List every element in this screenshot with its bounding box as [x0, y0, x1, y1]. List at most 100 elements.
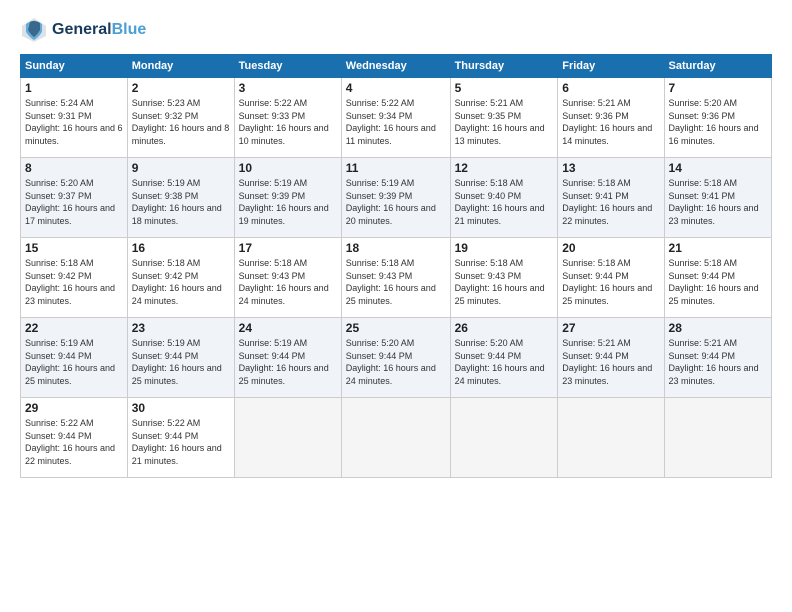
day-number: 11	[346, 161, 446, 175]
calendar-cell: 23 Sunrise: 5:19 AMSunset: 9:44 PMDaylig…	[127, 318, 234, 398]
calendar-header-thursday: Thursday	[450, 55, 558, 78]
day-info: Sunrise: 5:18 AMSunset: 9:40 PMDaylight:…	[455, 178, 545, 226]
day-number: 15	[25, 241, 123, 255]
calendar-cell: 30 Sunrise: 5:22 AMSunset: 9:44 PMDaylig…	[127, 398, 234, 478]
day-number: 5	[455, 81, 554, 95]
day-number: 25	[346, 321, 446, 335]
calendar-cell	[450, 398, 558, 478]
day-info: Sunrise: 5:18 AMSunset: 9:41 PMDaylight:…	[562, 178, 652, 226]
calendar-week-row: 8 Sunrise: 5:20 AMSunset: 9:37 PMDayligh…	[21, 158, 772, 238]
day-info: Sunrise: 5:22 AMSunset: 9:34 PMDaylight:…	[346, 98, 436, 146]
calendar-cell: 6 Sunrise: 5:21 AMSunset: 9:36 PMDayligh…	[558, 78, 664, 158]
day-number: 26	[455, 321, 554, 335]
logo: GeneralBlue	[20, 16, 146, 44]
calendar-cell: 20 Sunrise: 5:18 AMSunset: 9:44 PMDaylig…	[558, 238, 664, 318]
day-number: 13	[562, 161, 659, 175]
day-info: Sunrise: 5:18 AMSunset: 9:43 PMDaylight:…	[239, 258, 329, 306]
day-number: 24	[239, 321, 337, 335]
day-info: Sunrise: 5:20 AMSunset: 9:44 PMDaylight:…	[455, 338, 545, 386]
calendar-cell: 28 Sunrise: 5:21 AMSunset: 9:44 PMDaylig…	[664, 318, 771, 398]
calendar-cell: 5 Sunrise: 5:21 AMSunset: 9:35 PMDayligh…	[450, 78, 558, 158]
day-number: 7	[669, 81, 767, 95]
logo-text: GeneralBlue	[52, 21, 146, 39]
day-info: Sunrise: 5:20 AMSunset: 9:37 PMDaylight:…	[25, 178, 115, 226]
calendar-cell: 4 Sunrise: 5:22 AMSunset: 9:34 PMDayligh…	[341, 78, 450, 158]
day-info: Sunrise: 5:22 AMSunset: 9:44 PMDaylight:…	[132, 418, 222, 466]
day-number: 20	[562, 241, 659, 255]
calendar-cell: 21 Sunrise: 5:18 AMSunset: 9:44 PMDaylig…	[664, 238, 771, 318]
calendar-cell: 3 Sunrise: 5:22 AMSunset: 9:33 PMDayligh…	[234, 78, 341, 158]
calendar-cell: 26 Sunrise: 5:20 AMSunset: 9:44 PMDaylig…	[450, 318, 558, 398]
calendar-cell: 14 Sunrise: 5:18 AMSunset: 9:41 PMDaylig…	[664, 158, 771, 238]
calendar-header-row: SundayMondayTuesdayWednesdayThursdayFrid…	[21, 55, 772, 78]
day-number: 9	[132, 161, 230, 175]
day-info: Sunrise: 5:18 AMSunset: 9:42 PMDaylight:…	[132, 258, 222, 306]
day-number: 14	[669, 161, 767, 175]
day-number: 6	[562, 81, 659, 95]
calendar-cell: 7 Sunrise: 5:20 AMSunset: 9:36 PMDayligh…	[664, 78, 771, 158]
day-info: Sunrise: 5:20 AMSunset: 9:44 PMDaylight:…	[346, 338, 436, 386]
day-number: 29	[25, 401, 123, 415]
calendar-cell: 27 Sunrise: 5:21 AMSunset: 9:44 PMDaylig…	[558, 318, 664, 398]
generalblue-logo-icon	[20, 16, 48, 44]
calendar-cell: 19 Sunrise: 5:18 AMSunset: 9:43 PMDaylig…	[450, 238, 558, 318]
day-number: 19	[455, 241, 554, 255]
day-info: Sunrise: 5:24 AMSunset: 9:31 PMDaylight:…	[25, 98, 123, 146]
calendar-week-row: 22 Sunrise: 5:19 AMSunset: 9:44 PMDaylig…	[21, 318, 772, 398]
day-info: Sunrise: 5:20 AMSunset: 9:36 PMDaylight:…	[669, 98, 759, 146]
day-info: Sunrise: 5:18 AMSunset: 9:43 PMDaylight:…	[455, 258, 545, 306]
calendar-cell: 22 Sunrise: 5:19 AMSunset: 9:44 PMDaylig…	[21, 318, 128, 398]
day-number: 23	[132, 321, 230, 335]
day-number: 3	[239, 81, 337, 95]
day-info: Sunrise: 5:18 AMSunset: 9:41 PMDaylight:…	[669, 178, 759, 226]
calendar-table: SundayMondayTuesdayWednesdayThursdayFrid…	[20, 54, 772, 478]
day-info: Sunrise: 5:21 AMSunset: 9:44 PMDaylight:…	[669, 338, 759, 386]
day-info: Sunrise: 5:19 AMSunset: 9:44 PMDaylight:…	[132, 338, 222, 386]
calendar-cell: 29 Sunrise: 5:22 AMSunset: 9:44 PMDaylig…	[21, 398, 128, 478]
day-info: Sunrise: 5:21 AMSunset: 9:36 PMDaylight:…	[562, 98, 652, 146]
calendar-header-monday: Monday	[127, 55, 234, 78]
calendar-cell: 2 Sunrise: 5:23 AMSunset: 9:32 PMDayligh…	[127, 78, 234, 158]
day-number: 30	[132, 401, 230, 415]
day-number: 8	[25, 161, 123, 175]
day-info: Sunrise: 5:23 AMSunset: 9:32 PMDaylight:…	[132, 98, 230, 146]
calendar-cell	[341, 398, 450, 478]
calendar-cell: 10 Sunrise: 5:19 AMSunset: 9:39 PMDaylig…	[234, 158, 341, 238]
day-info: Sunrise: 5:19 AMSunset: 9:39 PMDaylight:…	[346, 178, 436, 226]
day-number: 2	[132, 81, 230, 95]
day-info: Sunrise: 5:19 AMSunset: 9:44 PMDaylight:…	[239, 338, 329, 386]
calendar-cell	[664, 398, 771, 478]
calendar-cell: 16 Sunrise: 5:18 AMSunset: 9:42 PMDaylig…	[127, 238, 234, 318]
calendar-header-tuesday: Tuesday	[234, 55, 341, 78]
calendar-cell: 1 Sunrise: 5:24 AMSunset: 9:31 PMDayligh…	[21, 78, 128, 158]
calendar-week-row: 15 Sunrise: 5:18 AMSunset: 9:42 PMDaylig…	[21, 238, 772, 318]
calendar-cell: 12 Sunrise: 5:18 AMSunset: 9:40 PMDaylig…	[450, 158, 558, 238]
calendar-header-wednesday: Wednesday	[341, 55, 450, 78]
calendar-header-sunday: Sunday	[21, 55, 128, 78]
day-number: 21	[669, 241, 767, 255]
calendar-week-row: 1 Sunrise: 5:24 AMSunset: 9:31 PMDayligh…	[21, 78, 772, 158]
day-number: 18	[346, 241, 446, 255]
calendar-cell: 17 Sunrise: 5:18 AMSunset: 9:43 PMDaylig…	[234, 238, 341, 318]
calendar-cell: 9 Sunrise: 5:19 AMSunset: 9:38 PMDayligh…	[127, 158, 234, 238]
day-number: 4	[346, 81, 446, 95]
calendar-cell: 18 Sunrise: 5:18 AMSunset: 9:43 PMDaylig…	[341, 238, 450, 318]
day-info: Sunrise: 5:18 AMSunset: 9:44 PMDaylight:…	[669, 258, 759, 306]
calendar-cell: 8 Sunrise: 5:20 AMSunset: 9:37 PMDayligh…	[21, 158, 128, 238]
calendar-cell	[234, 398, 341, 478]
day-number: 22	[25, 321, 123, 335]
day-number: 12	[455, 161, 554, 175]
day-info: Sunrise: 5:19 AMSunset: 9:39 PMDaylight:…	[239, 178, 329, 226]
calendar-cell: 11 Sunrise: 5:19 AMSunset: 9:39 PMDaylig…	[341, 158, 450, 238]
calendar-cell: 25 Sunrise: 5:20 AMSunset: 9:44 PMDaylig…	[341, 318, 450, 398]
day-info: Sunrise: 5:22 AMSunset: 9:33 PMDaylight:…	[239, 98, 329, 146]
day-info: Sunrise: 5:21 AMSunset: 9:44 PMDaylight:…	[562, 338, 652, 386]
day-number: 27	[562, 321, 659, 335]
header: GeneralBlue	[20, 16, 772, 44]
calendar-header-friday: Friday	[558, 55, 664, 78]
calendar-header-saturday: Saturday	[664, 55, 771, 78]
day-info: Sunrise: 5:19 AMSunset: 9:44 PMDaylight:…	[25, 338, 115, 386]
day-number: 16	[132, 241, 230, 255]
day-number: 1	[25, 81, 123, 95]
day-number: 17	[239, 241, 337, 255]
